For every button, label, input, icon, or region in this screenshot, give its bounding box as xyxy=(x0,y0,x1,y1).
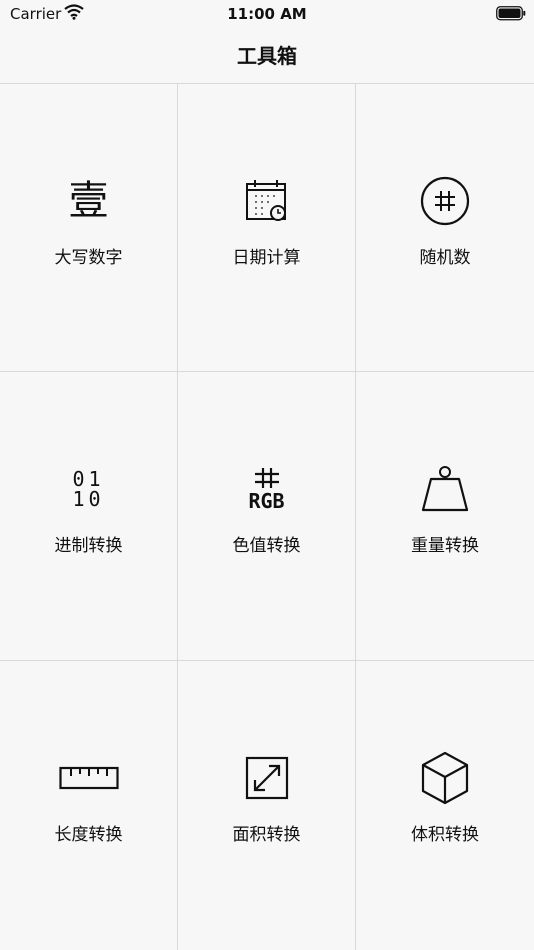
rgb-glyph: RGB xyxy=(248,489,285,513)
tool-color-conversion[interactable]: RGB 色值转换 xyxy=(178,372,356,661)
battery-icon xyxy=(496,6,526,25)
chinese-numeral-glyph: 壹 xyxy=(68,178,109,224)
area-expand-icon xyxy=(178,753,355,803)
hash-circle-icon xyxy=(356,176,534,226)
tool-label: 长度转换 xyxy=(54,825,123,845)
tool-label: 重量转换 xyxy=(411,536,479,556)
binary-line-1: 01 xyxy=(72,467,105,491)
calendar-clock-icon xyxy=(178,176,355,226)
tool-grid: 壹 大写数字 日期计算 随机数 01 10 进制转换 RGB 色值转换 重量转换… xyxy=(0,84,534,950)
tool-area-conversion[interactable]: 面积转换 xyxy=(178,661,356,950)
cube-icon xyxy=(356,751,534,805)
tool-label: 色值转换 xyxy=(232,536,301,556)
hash-icon xyxy=(254,468,279,488)
status-time: 11:00 AM xyxy=(227,5,307,23)
tool-weight-conversion[interactable]: 重量转换 xyxy=(356,372,534,661)
ruler-icon xyxy=(0,753,177,803)
page-title: 工具箱 xyxy=(237,44,297,68)
binary-line-2: 10 xyxy=(72,487,105,511)
navigation-bar: 工具箱 xyxy=(0,28,534,84)
binary-icon: 01 10 xyxy=(0,464,177,514)
tool-label: 随机数 xyxy=(419,248,471,268)
tool-length-conversion[interactable]: 长度转换 xyxy=(0,661,178,950)
tool-label: 日期计算 xyxy=(232,248,301,268)
weight-icon xyxy=(356,464,534,514)
tool-label: 进制转换 xyxy=(54,536,123,556)
status-bar: Carrier 11:00 AM xyxy=(0,0,534,28)
tool-label: 体积转换 xyxy=(411,825,479,845)
tool-base-conversion[interactable]: 01 10 进制转换 xyxy=(0,372,178,661)
tool-chinese-numerals[interactable]: 壹 大写数字 xyxy=(0,84,178,372)
tool-random-number[interactable]: 随机数 xyxy=(356,84,534,372)
tool-date-calculation[interactable]: 日期计算 xyxy=(178,84,356,372)
tool-label: 面积转换 xyxy=(232,825,301,845)
rgb-hash-icon: RGB xyxy=(178,464,355,514)
tool-volume-conversion[interactable]: 体积转换 xyxy=(356,661,534,950)
tool-label: 大写数字 xyxy=(54,248,123,268)
chinese-numeral-icon: 壹 xyxy=(0,176,177,226)
